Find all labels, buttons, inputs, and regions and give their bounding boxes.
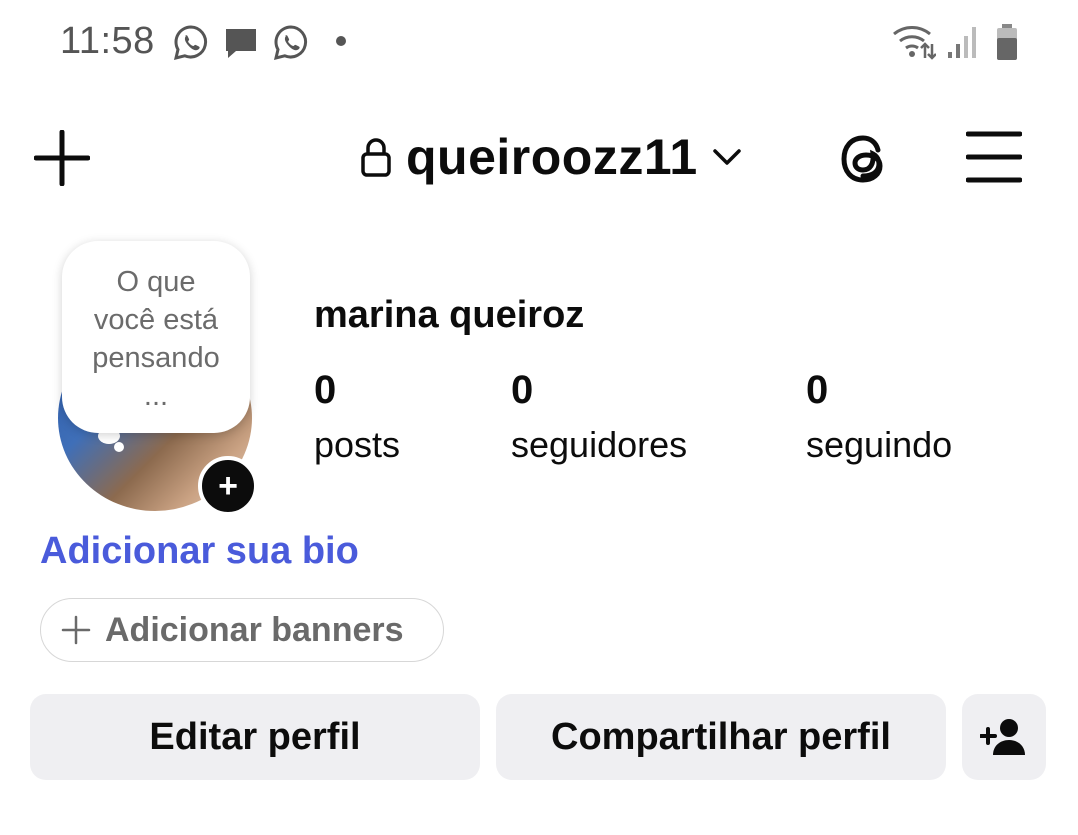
- note-bubble[interactable]: O que você está pensando ...: [62, 241, 250, 433]
- chevron-down-icon: [712, 149, 741, 165]
- note-line: você está: [93, 304, 219, 336]
- threads-icon[interactable]: [838, 130, 894, 188]
- stat-posts-label[interactable]: posts: [314, 424, 400, 466]
- plus-icon: [61, 615, 91, 645]
- note-line: ...: [143, 380, 169, 412]
- signal-icon: [948, 27, 976, 58]
- whatsapp-icon: [173, 25, 207, 61]
- add-user-icon: [980, 719, 1025, 755]
- note-line: O que: [116, 266, 196, 298]
- add-bio-link[interactable]: Adicionar sua bio: [40, 530, 359, 573]
- stat-posts-value[interactable]: 0: [314, 368, 336, 413]
- lock-icon: [361, 138, 391, 177]
- note-bubble-tail: [114, 442, 124, 452]
- add-banners-label: Adicionar banners: [105, 610, 404, 649]
- wifi-icon: [893, 26, 936, 60]
- notification-dot: [336, 36, 346, 46]
- message-icon: [226, 29, 256, 58]
- stat-followers-value[interactable]: 0: [511, 368, 533, 413]
- whatsapp-icon: [273, 25, 307, 61]
- edit-profile-button[interactable]: Editar perfil: [30, 694, 480, 780]
- stat-following-value[interactable]: 0: [806, 368, 828, 413]
- username: queiroozz11: [406, 129, 698, 185]
- share-profile-button[interactable]: Compartilhar perfil: [496, 694, 946, 780]
- status-time: 11:58: [60, 20, 155, 62]
- menu-icon[interactable]: [966, 130, 1022, 184]
- discover-people-button[interactable]: [962, 694, 1046, 780]
- account-switcher[interactable]: queiroozz11: [360, 128, 742, 186]
- add-banners-button[interactable]: Adicionar banners: [40, 598, 444, 662]
- battery-icon: [997, 24, 1017, 60]
- stat-following-label[interactable]: seguindo: [806, 424, 952, 466]
- note-line: pensando: [92, 342, 220, 374]
- full-name: marina queiroz: [314, 294, 585, 336]
- plus-icon[interactable]: [34, 130, 90, 186]
- add-story-button[interactable]: +: [198, 456, 258, 516]
- stat-followers-label[interactable]: seguidores: [511, 424, 687, 466]
